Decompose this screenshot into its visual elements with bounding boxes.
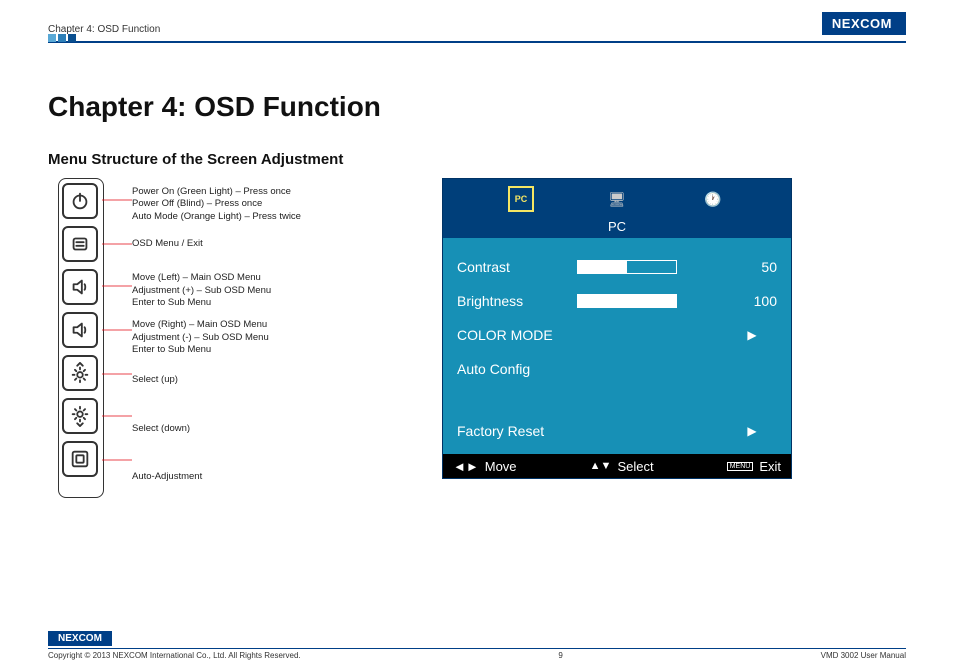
osd-row-factory[interactable]: Factory Reset ▶ [457, 414, 777, 448]
button-descriptions: Power On (Green Light) – Press oncePower… [132, 178, 382, 498]
brightness-slider[interactable] [577, 294, 677, 308]
power-icon [62, 183, 98, 219]
osd-panel: PC 🖥 🕐 PC Contrast 50 Brightness 100 COL… [442, 178, 792, 479]
brand-logo: NEXCOM [822, 12, 906, 35]
sun-up-icon [62, 355, 98, 391]
select-arrows-icon: ▲▼ [590, 460, 612, 472]
osd-footer: ◄► Move ▲▼ Select MENU Exit [443, 454, 791, 478]
page-number: 9 [558, 651, 562, 660]
decorative-squares [48, 34, 76, 42]
brand-logo-footer: NEXCOM [48, 631, 112, 646]
osd-tab-label: PC [443, 219, 791, 238]
tab-pc-icon[interactable]: PC [508, 186, 534, 212]
tab-clock-icon[interactable]: 🕐 [700, 186, 726, 212]
osd-row-contrast[interactable]: Contrast 50 [457, 250, 777, 284]
osd-row-autoconfig[interactable]: Auto Config [457, 352, 777, 386]
tab-display-icon[interactable]: 🖥 [604, 186, 630, 212]
doc-title: VMD 3002 User Manual [821, 651, 906, 660]
contrast-slider[interactable] [577, 260, 677, 274]
section-title: Menu Structure of the Screen Adjustment [48, 151, 906, 168]
menu-chip-icon: MENU [727, 462, 754, 471]
chevron-right-icon: ▶ [727, 424, 777, 438]
speaker-left-icon [62, 269, 98, 305]
sun-down-icon [62, 398, 98, 434]
auto-adjust-icon [62, 441, 98, 477]
chevron-right-icon: ▶ [727, 328, 777, 342]
copyright: Copyright © 2013 NEXCOM International Co… [48, 651, 301, 660]
speaker-right-icon [62, 312, 98, 348]
osd-row-brightness[interactable]: Brightness 100 [457, 284, 777, 318]
osd-menu-icon [62, 226, 98, 262]
page-title: Chapter 4: OSD Function [48, 91, 906, 123]
osd-tab-bar: PC 🖥 🕐 [443, 179, 791, 219]
osd-row-colormode[interactable]: COLOR MODE ▶ [457, 318, 777, 352]
button-panel [58, 178, 104, 498]
move-arrows-icon: ◄► [453, 459, 479, 474]
header-rule [48, 41, 906, 43]
